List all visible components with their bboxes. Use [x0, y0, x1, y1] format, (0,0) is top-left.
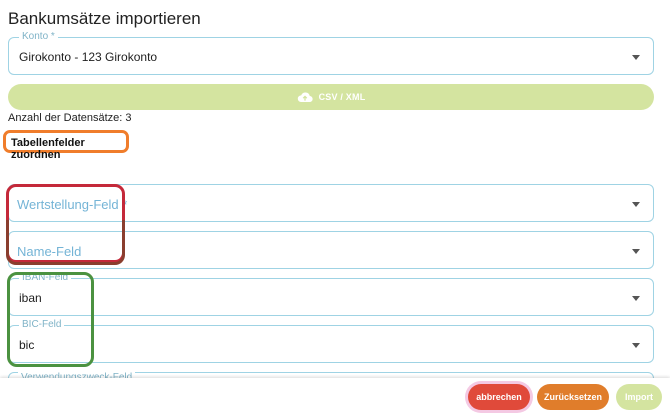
account-select[interactable]: Konto * Girokonto - 123 Girokonto: [8, 31, 654, 75]
highlight-brown-box: [6, 220, 125, 265]
upload-label: CSV / XML: [318, 92, 366, 102]
highlight-green-box: [7, 272, 94, 367]
account-select-value: Girokonto - 123 Girokonto: [19, 50, 158, 64]
cancel-button[interactable]: abbrechen: [468, 384, 530, 410]
mapping-heading: Tabellenfelder zuordnen: [3, 130, 129, 161]
mapping-heading-text: Tabellenfelder zuordnen: [11, 137, 85, 161]
record-count: Anzahl der Datensätze: 3: [8, 112, 132, 124]
chevron-down-icon: [632, 202, 640, 207]
cloud-upload-icon: [297, 92, 313, 103]
action-bar: abbrechen Zurücksetzen Import: [0, 378, 670, 420]
chevron-down-icon: [632, 343, 640, 348]
page-title: Bankumsätze importieren: [8, 9, 201, 28]
chevron-down-icon: [632, 55, 640, 60]
upload-csv-xml-button[interactable]: CSV / XML: [8, 84, 654, 110]
account-select-label: Konto *: [19, 31, 58, 43]
bic-field-select[interactable]: BIC-Feld bic: [8, 319, 654, 363]
reset-button[interactable]: Zurücksetzen: [537, 384, 609, 410]
chevron-down-icon: [632, 249, 640, 254]
iban-field-select[interactable]: IBAN-Feld iban: [8, 272, 654, 316]
chevron-down-icon: [632, 296, 640, 301]
import-button[interactable]: Import: [616, 384, 662, 410]
